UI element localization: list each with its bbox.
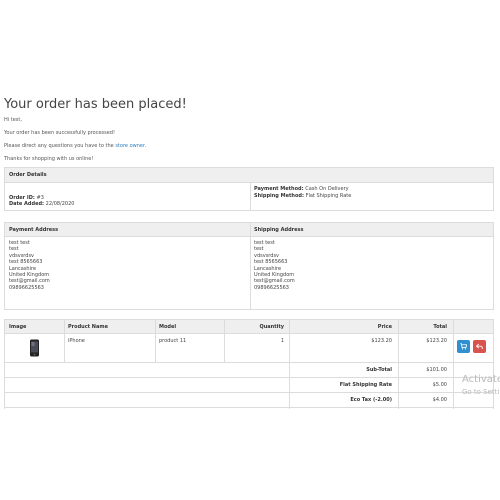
shipping-address-line: test@gmail.com bbox=[254, 278, 295, 285]
product-model: product 11 bbox=[159, 338, 187, 344]
shipping-address-header: Shipping Address bbox=[254, 227, 304, 233]
col-price-header: Price bbox=[377, 324, 392, 330]
return-button[interactable] bbox=[473, 340, 486, 353]
col-total-header: Total bbox=[433, 324, 447, 330]
eco-tax-label: Eco Tax (-2.00) bbox=[350, 397, 392, 403]
shipping-method: Shipping Method: Flat Shipping Rate bbox=[254, 193, 351, 199]
payment-method: Payment Method: Cash On Delivery bbox=[254, 186, 349, 192]
product-name[interactable]: iPhone bbox=[68, 338, 85, 344]
shipping-address: test test test vdsvsrdsv test 8565663 La… bbox=[254, 240, 295, 291]
phone-icon bbox=[29, 339, 40, 357]
page-title: Your order has been placed! bbox=[4, 97, 187, 112]
col-name-header: Product Name bbox=[68, 324, 108, 330]
questions-text: Please direct any questions you have to … bbox=[4, 143, 146, 149]
shipping-method-value: Flat Shipping Rate bbox=[305, 193, 352, 199]
shipping-rate-value: $5.00 bbox=[432, 382, 447, 388]
date-added: Date Added: 22/08/2020 bbox=[9, 201, 74, 207]
payment-address-line: 09896625563 bbox=[9, 284, 44, 291]
order-details-header-row: Order Details bbox=[5, 168, 493, 183]
date-added-value: 22/08/2020 bbox=[45, 201, 75, 207]
shipping-method-label: Shipping Method: bbox=[254, 193, 304, 199]
activation-watermark-subtitle: Go to Setti bbox=[462, 388, 500, 396]
col-image-header: Image bbox=[9, 324, 27, 330]
product-price: $123.20 bbox=[371, 338, 392, 344]
questions-suffix: . bbox=[144, 143, 147, 149]
date-added-label: Date Added: bbox=[9, 201, 45, 207]
product-quantity: 1 bbox=[280, 338, 284, 344]
col-quantity-header: Quantity bbox=[259, 324, 285, 330]
reply-icon bbox=[476, 343, 483, 349]
shipping-rate-label: Flat Shipping Rate bbox=[339, 382, 392, 388]
payment-method-label: Payment Method: bbox=[254, 186, 304, 192]
payment-address: test test test vdsvsrdsv test 8565663 La… bbox=[9, 240, 50, 291]
subtotal-value: $101.00 bbox=[426, 367, 447, 373]
cart-icon bbox=[460, 343, 467, 350]
reorder-button[interactable] bbox=[457, 340, 470, 353]
activation-watermark-title: Activate bbox=[462, 374, 500, 385]
payment-address-line: test@gmail.com bbox=[9, 278, 50, 285]
greeting-text: Hi test, bbox=[4, 117, 22, 123]
address-table: Payment Address Shipping Address test te… bbox=[4, 222, 494, 310]
address-header-row: Payment Address Shipping Address bbox=[5, 223, 493, 237]
order-details-table: Order Details Order ID: #3 Date Added: 2… bbox=[4, 167, 494, 211]
eco-tax-value: $4.00 bbox=[432, 397, 447, 403]
payment-address-header: Payment Address bbox=[9, 227, 59, 233]
product-total: $123.20 bbox=[426, 338, 447, 344]
shipping-address-line: 09896625563 bbox=[254, 284, 289, 291]
order-details-header: Order Details bbox=[9, 172, 47, 178]
store-owner-link[interactable]: store owner bbox=[115, 143, 144, 149]
col-model-header: Model bbox=[159, 324, 177, 330]
questions-prefix: Please direct any questions you have to … bbox=[4, 143, 114, 149]
thanks-text: Thanks for shopping with us online! bbox=[4, 156, 94, 162]
subtotal-label: Sub-Total bbox=[366, 367, 392, 373]
products-table: Image Product Name Model Quantity Price … bbox=[4, 319, 494, 409]
products-header-row: Image Product Name Model Quantity Price … bbox=[5, 320, 493, 334]
payment-method-value: Cash On Delivery bbox=[305, 186, 349, 192]
processed-text: Your order has been successfully process… bbox=[4, 130, 115, 136]
